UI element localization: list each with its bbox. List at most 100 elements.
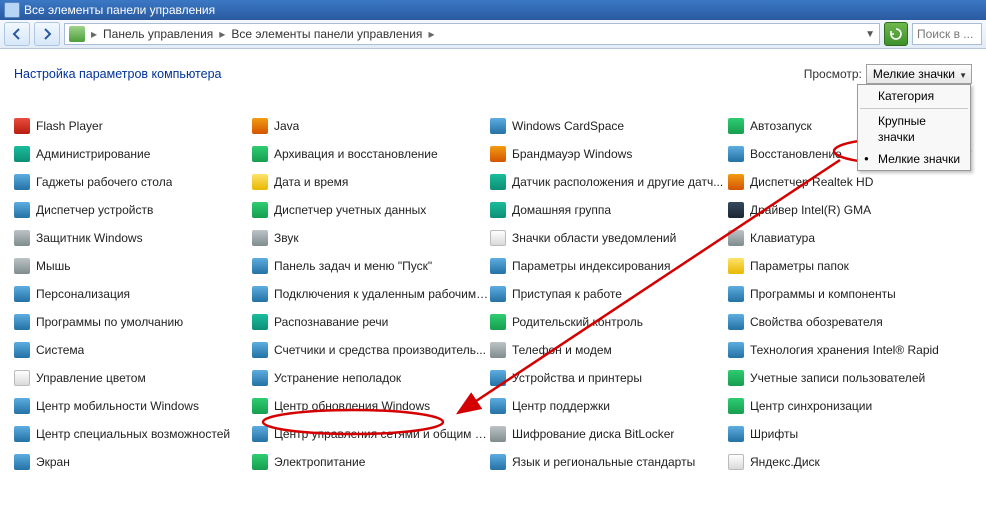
cp-bitlocker[interactable]: Шифрование диска BitLocker [490, 420, 728, 448]
cp-flash-player-icon [14, 118, 30, 134]
cp-recovery-icon [728, 146, 744, 162]
cp-backup-restore[interactable]: Архивация и восстановление [252, 140, 490, 168]
cp-datetime-icon [252, 174, 268, 190]
cp-homegroup[interactable]: Домашняя группа [490, 196, 728, 224]
cp-keyboard[interactable]: Клавиатура [728, 224, 966, 252]
breadcrumb-2[interactable]: Все элементы панели управления [231, 27, 422, 41]
cp-internet-options[interactable]: Свойства обозревателя [728, 308, 966, 336]
cp-network-sharing[interactable]: Центр управления сетями и общим д... [252, 420, 490, 448]
view-dropdown-menu: Категория Крупные значки Мелкие значки [857, 84, 971, 171]
cp-gadgets[interactable]: Гаджеты рабочего стола [14, 168, 252, 196]
cp-intel-gma-icon [728, 202, 744, 218]
content-area: Настройка параметров компьютера Просмотр… [0, 49, 986, 476]
cp-mobility-icon [14, 398, 30, 414]
view-dropdown[interactable]: Мелкие значки Категория Крупные значки М… [866, 64, 972, 84]
cp-sync-center[interactable]: Центр синхронизации [728, 392, 966, 420]
cp-folder-options-icon [728, 258, 744, 274]
cp-datetime-label: Дата и время [274, 175, 348, 189]
cp-indexing[interactable]: Параметры индексирования [490, 252, 728, 280]
cp-gadgets-icon [14, 174, 30, 190]
cp-system[interactable]: Система [14, 336, 252, 364]
cp-sync-center-icon [728, 398, 744, 414]
cp-sound-icon [252, 230, 268, 246]
cp-gadgets-label: Гаджеты рабочего стола [36, 175, 172, 189]
app-icon [4, 2, 20, 18]
search-input[interactable]: Поиск в ... [912, 23, 982, 45]
cp-realtek-icon [728, 174, 744, 190]
cp-yandex-disk-label: Яндекс.Диск [750, 455, 820, 469]
cp-firewall[interactable]: Брандмауэр Windows [490, 140, 728, 168]
cp-device-manager-label: Диспетчер устройств [36, 203, 153, 217]
cp-taskbar[interactable]: Панель задач и меню "Пуск" [252, 252, 490, 280]
view-option-category[interactable]: Категория [858, 85, 970, 107]
cp-sound-label: Звук [274, 231, 299, 245]
cp-datetime[interactable]: Дата и время [252, 168, 490, 196]
cp-firewall-label: Брандмауэр Windows [512, 147, 632, 161]
cp-mobility-label: Центр мобильности Windows [36, 399, 199, 413]
cp-yandex-disk[interactable]: Яндекс.Диск [728, 448, 966, 476]
cp-user-accounts[interactable]: Учетные записи пользователей [728, 364, 966, 392]
cp-mouse[interactable]: Мышь [14, 252, 252, 280]
cp-device-manager[interactable]: Диспетчер устройств [14, 196, 252, 224]
view-option-small[interactable]: Мелкие значки [858, 148, 970, 170]
cp-programs[interactable]: Программы и компоненты [728, 280, 966, 308]
cp-flash-player-label: Flash Player [36, 119, 103, 133]
cp-notification-icons-icon [490, 230, 506, 246]
cp-ease-of-access[interactable]: Центр специальных возможностей [14, 420, 252, 448]
cp-sound[interactable]: Звук [252, 224, 490, 252]
cp-folder-options[interactable]: Параметры папок [728, 252, 966, 280]
cp-color-mgmt[interactable]: Управление цветом [14, 364, 252, 392]
cp-intel-gma[interactable]: Драйвер Intel(R) GMA [728, 196, 966, 224]
cp-default-programs[interactable]: Программы по умолчанию [14, 308, 252, 336]
cp-taskbar-icon [252, 258, 268, 274]
cp-speech[interactable]: Распознавание речи [252, 308, 490, 336]
cp-phone-modem[interactable]: Телефон и модем [490, 336, 728, 364]
cp-credentials[interactable]: Диспетчер учетных данных [252, 196, 490, 224]
chevron-icon: ▸ [426, 27, 436, 41]
cp-devices-printers[interactable]: Устройства и принтеры [490, 364, 728, 392]
dropdown-icon[interactable]: ▼ [865, 29, 875, 40]
cp-personalization[interactable]: Персонализация [14, 280, 252, 308]
view-current: Мелкие значки [873, 67, 955, 81]
cp-power[interactable]: Электропитание [252, 448, 490, 476]
cp-notification-icons[interactable]: Значки области уведомлений [490, 224, 728, 252]
view-option-large[interactable]: Крупные значки [858, 110, 970, 148]
cp-performance[interactable]: Счетчики и средства производитель... [252, 336, 490, 364]
forward-button[interactable] [34, 22, 60, 46]
cp-getting-started-icon [490, 286, 506, 302]
cp-windows-update[interactable]: Центр обновления Windows [252, 392, 490, 420]
cp-intel-rapid[interactable]: Технология хранения Intel® Rapid [728, 336, 966, 364]
breadcrumb-1[interactable]: Панель управления [103, 27, 213, 41]
cp-display-label: Экран [36, 455, 70, 469]
cp-defender-label: Защитник Windows [36, 231, 143, 245]
cp-fonts[interactable]: Шрифты [728, 420, 966, 448]
control-panel-grid: Flash PlayerJavaWindows CardSpaceАвтозап… [14, 112, 972, 476]
window-titlebar: Все элементы панели управления [0, 0, 986, 20]
search-placeholder: Поиск в ... [917, 27, 973, 41]
cp-backup-restore-label: Архивация и восстановление [274, 147, 438, 161]
cp-sensors[interactable]: Датчик расположения и другие датч... [490, 168, 728, 196]
refresh-button[interactable] [884, 22, 908, 46]
cp-troubleshooting[interactable]: Устранение неполадок [252, 364, 490, 392]
cp-speech-icon [252, 314, 268, 330]
cp-region-language[interactable]: Язык и региональные стандарты [490, 448, 728, 476]
cp-getting-started[interactable]: Приступая к работе [490, 280, 728, 308]
cp-mobility[interactable]: Центр мобильности Windows [14, 392, 252, 420]
cp-admin-tools[interactable]: Администрирование [14, 140, 252, 168]
cp-action-center[interactable]: Центр поддержки [490, 392, 728, 420]
arrow-right-icon [41, 28, 53, 40]
cp-java[interactable]: Java [252, 112, 490, 140]
cp-system-icon [14, 342, 30, 358]
cp-cardspace[interactable]: Windows CardSpace [490, 112, 728, 140]
cp-flash-player[interactable]: Flash Player [14, 112, 252, 140]
cp-defender[interactable]: Защитник Windows [14, 224, 252, 252]
cp-realtek[interactable]: Диспетчер Realtek HD [728, 168, 966, 196]
cp-display[interactable]: Экран [14, 448, 252, 476]
cp-parental[interactable]: Родительский контроль [490, 308, 728, 336]
back-button[interactable] [4, 22, 30, 46]
cp-parental-icon [490, 314, 506, 330]
cp-troubleshooting-label: Устранение неполадок [274, 371, 401, 385]
cp-cardspace-icon [490, 118, 506, 134]
address-bar[interactable]: ▸ Панель управления ▸ Все элементы панел… [64, 23, 880, 45]
cp-remote-desktop[interactable]: Подключения к удаленным рабочим с... [252, 280, 490, 308]
